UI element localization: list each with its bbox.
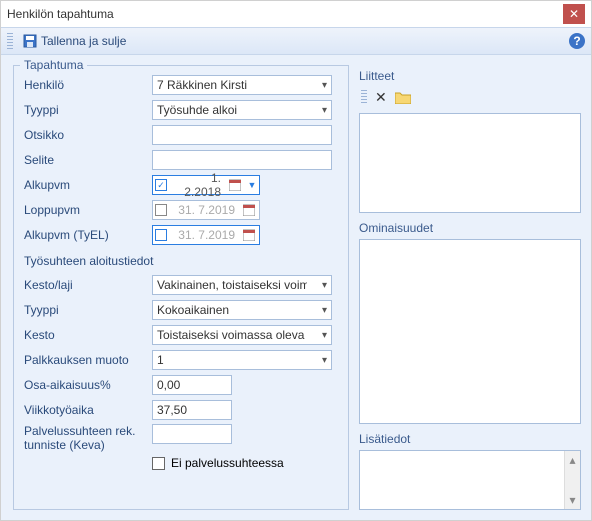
henkilo-value: 7 Räkkinen Kirsti [157, 78, 247, 92]
dialog-window: Henkilön tapahtuma ✕ Tallenna ja sulje ?… [0, 0, 592, 521]
save-icon [23, 34, 37, 48]
loppupvm-label: Loppupvm [24, 203, 152, 217]
close-icon: ✕ [569, 7, 579, 21]
otsikko-label: Otsikko [24, 128, 152, 142]
checkbox-checked-icon[interactable]: ✓ [155, 179, 167, 191]
scrollbar[interactable]: ▴ ▾ [564, 451, 580, 509]
henkilo-select[interactable]: 7 Räkkinen Kirsti ▾ [152, 75, 332, 95]
ei-palvelussuhteessa-checkbox[interactable] [152, 457, 165, 470]
chevron-down-icon: ▾ [322, 105, 327, 116]
additional-info-box[interactable]: ▴ ▾ [359, 450, 581, 510]
palkkaus-select[interactable]: 1 ▾ [152, 350, 332, 370]
attachments-toolbar: ✕ [359, 87, 581, 107]
ei-palvelussuhteessa-label: Ei palvelussuhteessa [171, 456, 284, 470]
chevron-down-icon[interactable]: ▼ [247, 180, 257, 190]
osaaika-label: Osa-aikaisuus% [24, 378, 152, 392]
save-and-close-button[interactable]: Tallenna ja sulje [17, 32, 132, 50]
alkupvm-label: Alkupvm [24, 178, 152, 192]
scroll-down-icon[interactable]: ▾ [569, 493, 575, 507]
kesto-select[interactable]: Toistaiseksi voimassa oleva ▾ [152, 325, 332, 345]
content-area: Tapahtuma Henkilö 7 Räkkinen Kirsti ▾ Ty… [1, 55, 591, 520]
open-folder-button[interactable] [395, 91, 411, 104]
scroll-up-icon[interactable]: ▴ [569, 453, 575, 467]
alkupvm-tyel-value: 31. 7.2019 [171, 228, 237, 242]
keva-label: Palvelussuhteen rek. tunniste (Keva) [24, 424, 152, 452]
close-button[interactable]: ✕ [563, 4, 585, 24]
checkbox-unchecked-icon[interactable]: ✓ [155, 204, 167, 216]
viikko-label: Viikkotyöaika [24, 403, 152, 417]
toolbar-grip [7, 33, 13, 49]
alkupvm-tyel-datepicker[interactable]: ✓ 31. 7.2019 [152, 225, 260, 245]
titlebar: Henkilön tapahtuma ✕ [1, 1, 591, 27]
chevron-down-icon: ▾ [322, 330, 327, 341]
tyyppi-select[interactable]: Työsuhde alkoi ▾ [152, 100, 332, 120]
tyyppi-label: Tyyppi [24, 103, 152, 117]
chevron-down-icon: ▾ [322, 80, 327, 91]
chevron-down-icon: ▾ [322, 355, 327, 366]
attachments-list[interactable] [359, 113, 581, 213]
kesto-laji-label: Kesto/laji [24, 278, 152, 292]
right-column: Liitteet ✕ Ominaisuudet Lisätiedot ▴ ▾ [359, 65, 581, 510]
aloitus-tyyppi-label: Tyyppi [24, 303, 152, 317]
selite-input[interactable] [152, 150, 332, 170]
keva-input[interactable] [152, 424, 232, 444]
toolbar: Tallenna ja sulje ? [1, 27, 591, 55]
alkupvm-datepicker[interactable]: ✓ 1. 2.2018 ▼ [152, 175, 260, 195]
calendar-icon[interactable] [227, 177, 243, 193]
properties-list[interactable] [359, 239, 581, 424]
help-button[interactable]: ? [569, 33, 585, 49]
selite-label: Selite [24, 153, 152, 167]
viikko-input[interactable] [152, 400, 232, 420]
aloitus-tyyppi-select[interactable]: Kokoaikainen ▾ [152, 300, 332, 320]
loppupvm-value: 31. 7.2019 [171, 203, 237, 217]
otsikko-input[interactable] [152, 125, 332, 145]
loppupvm-datepicker[interactable]: ✓ 31. 7.2019 [152, 200, 260, 220]
checkbox-unchecked-icon[interactable]: ✓ [155, 229, 167, 241]
aloitus-section-title: Työsuhteen aloitustiedot [24, 254, 338, 268]
tapahtuma-legend: Tapahtuma [20, 58, 87, 72]
palkkaus-label: Palkkauksen muoto [24, 353, 152, 367]
calendar-icon[interactable] [241, 202, 257, 218]
lisatiedot-label: Lisätiedot [359, 432, 581, 446]
window-title: Henkilön tapahtuma [7, 7, 563, 21]
calendar-icon[interactable] [241, 227, 257, 243]
tapahtuma-group: Tapahtuma Henkilö 7 Räkkinen Kirsti ▾ Ty… [13, 65, 349, 510]
left-column: Tapahtuma Henkilö 7 Räkkinen Kirsti ▾ Ty… [11, 65, 351, 510]
kesto-laji-select[interactable]: Vakinainen, toistaiseksi voimassa ▾ [152, 275, 332, 295]
henkilo-label: Henkilö [24, 78, 152, 92]
palkkaus-value: 1 [157, 353, 164, 367]
tyyppi-value: Työsuhde alkoi [157, 103, 237, 117]
save-and-close-label: Tallenna ja sulje [41, 34, 126, 48]
kesto-laji-value: Vakinainen, toistaiseksi voimassa [157, 278, 307, 292]
aloitus-tyyppi-value: Kokoaikainen [157, 303, 229, 317]
help-icon: ? [573, 34, 580, 48]
alkupvm-value: 1. 2.2018 [171, 171, 223, 199]
liitteet-label: Liitteet [359, 69, 581, 83]
kesto-label: Kesto [24, 328, 152, 342]
chevron-down-icon: ▾ [322, 305, 327, 316]
toolbar-grip [361, 90, 367, 104]
chevron-down-icon: ▾ [322, 280, 327, 291]
alkupvm-tyel-label: Alkupvm (TyEL) [24, 228, 152, 242]
kesto-value: Toistaiseksi voimassa oleva [157, 328, 304, 342]
ominaisuudet-label: Ominaisuudet [359, 221, 581, 235]
delete-attachment-button[interactable]: ✕ [375, 89, 387, 106]
osaaika-input[interactable] [152, 375, 232, 395]
